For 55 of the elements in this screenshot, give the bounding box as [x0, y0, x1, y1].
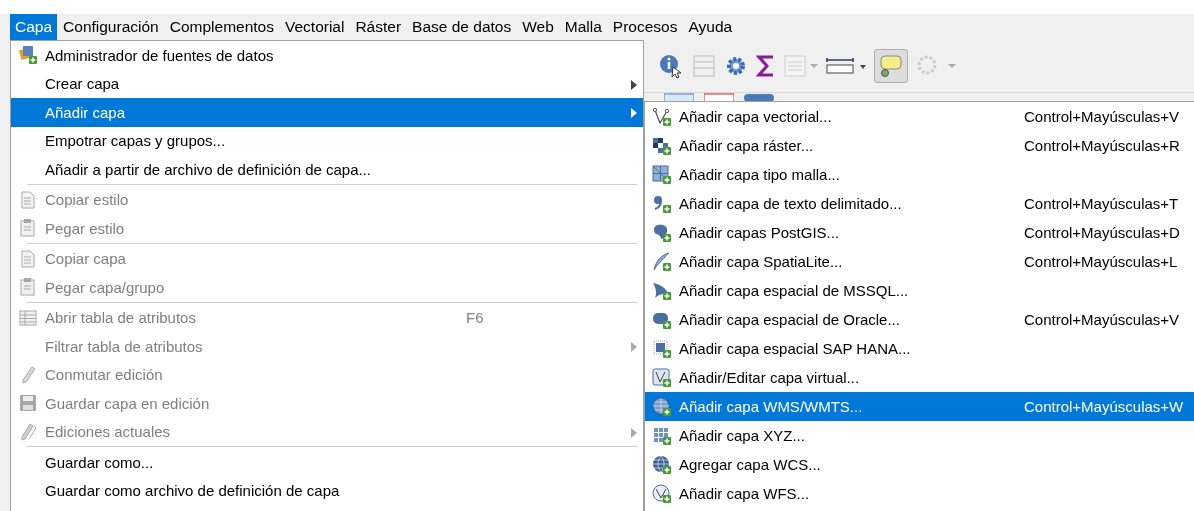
menu-item[interactable]: Añadir capa XYZ...	[645, 421, 1194, 450]
speech-bubble-icon	[879, 54, 903, 78]
menu-bar-item[interactable]: Configuración	[58, 14, 164, 40]
menu-bar-item[interactable]: Base de datos	[407, 14, 517, 40]
menu-item[interactable]: Añadir capa espacial de MSSQL...	[645, 276, 1194, 305]
sail-icon	[652, 280, 672, 301]
globe-icon	[652, 454, 672, 475]
menu-item[interactable]: Añadir capa de texto delimitado... Control+Mayúsculas+T	[645, 189, 1194, 218]
menu-item[interactable]: Añadir capas PostGIS... Control+Mayúsculas+D	[645, 218, 1194, 247]
sigma-icon[interactable]	[756, 54, 776, 78]
menu-item[interactable]: Añadir capa WMS/WMTS... Control+Mayúsculas+W	[645, 392, 1194, 421]
menu-item[interactable]: Añadir capa espacial SAP HANA...	[645, 334, 1194, 363]
menu-bar-item[interactable]: Vectorial	[279, 14, 350, 40]
menu-item[interactable]: Añadir capa tipo malla...	[645, 160, 1194, 189]
menu-item[interactable]: Añadir a partir de archivo de definición de capa...	[11, 155, 643, 184]
clipboard-icon	[18, 277, 38, 298]
menu-bar-item[interactable]: Complementos	[164, 14, 279, 40]
menu-bar-item[interactable]: Ayuda	[683, 14, 738, 40]
menu-item[interactable]: Guardar como...	[11, 448, 643, 477]
menu-bar-item[interactable]: Capa	[10, 14, 58, 40]
mesh-grid-icon	[652, 164, 672, 185]
menu-item[interactable]: Añadir capa WFS...	[645, 479, 1194, 508]
chip-icon	[652, 338, 672, 359]
gear-icon[interactable]	[724, 54, 748, 78]
menu-item[interactable]: Administrador de fuentes de datos	[11, 41, 643, 70]
raster-grid-icon	[652, 135, 672, 156]
menu-bar-item[interactable]: Ráster	[350, 14, 407, 40]
menu-item[interactable]: Añadir capa SpatiaLite... Control+Mayúsculas+L	[645, 247, 1194, 276]
identify-icon[interactable]	[658, 53, 684, 79]
stacked-layers-icon	[18, 45, 38, 66]
comma-icon	[652, 193, 672, 214]
table-icon	[18, 307, 38, 328]
globe-icon	[652, 483, 672, 504]
menu-item[interactable]: Empotrar capas y grupos...	[11, 126, 643, 155]
globe-icon	[652, 396, 672, 417]
clipboard-icon	[18, 218, 38, 239]
annotation-toggle-button[interactable]	[874, 49, 908, 83]
menu-item[interactable]: Añadir capa vectorial... Control+Mayúsculas+V	[645, 102, 1194, 131]
menu-item[interactable]: Agregar capa WCS...	[645, 450, 1194, 479]
document-icon	[18, 189, 38, 210]
document-icon	[18, 248, 38, 269]
menu-bar-item[interactable]: Web	[517, 14, 559, 40]
virtual-layer-icon	[652, 367, 672, 388]
menu-item[interactable]: Añadir capa ráster... Control+Mayúsculas+R	[645, 131, 1194, 160]
feather-icon	[652, 251, 672, 272]
menu-bar-item[interactable]: Malla	[559, 14, 607, 40]
vector-nodes-icon	[652, 106, 672, 127]
menu-item[interactable]: Añadir/Editar capa virtual...	[645, 363, 1194, 392]
menu-item[interactable]: Guardar como archivo de definición de capa	[11, 476, 643, 505]
pencils-icon	[18, 421, 38, 442]
dot-grid-icon	[652, 425, 672, 446]
menu-item[interactable]: Crear capa	[11, 69, 643, 98]
menu-bar-item[interactable]: Procesos	[607, 14, 683, 40]
menu-item[interactable]: Añadir capa espacial de Oracle... Control+Mayúsculas+V	[645, 305, 1194, 334]
menu-item[interactable]: Añadir capa	[11, 98, 643, 127]
